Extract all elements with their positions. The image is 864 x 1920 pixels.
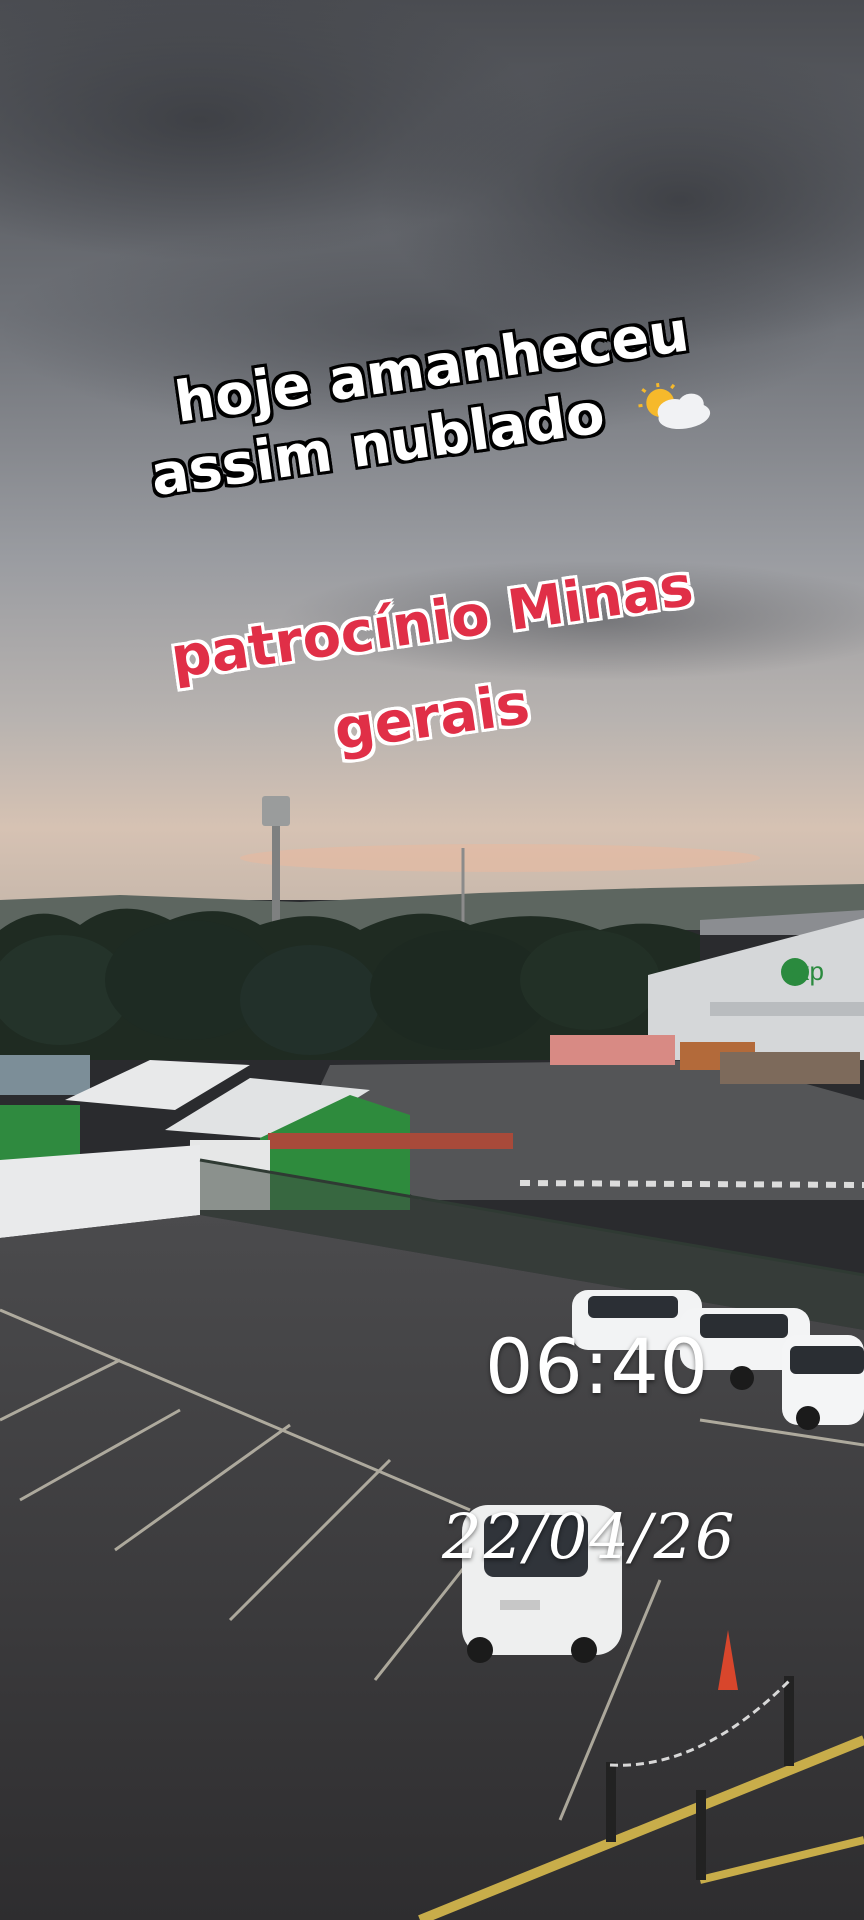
water-tower-tank xyxy=(262,796,290,826)
sunrise-glow xyxy=(240,844,760,872)
building xyxy=(0,1055,90,1095)
truck-trailer xyxy=(720,1052,860,1084)
truck-trailer xyxy=(550,1035,675,1065)
car xyxy=(782,1335,864,1430)
timestamp-time: 06:40 xyxy=(485,1322,710,1411)
cloud xyxy=(0,220,840,440)
bollard xyxy=(606,1762,616,1842)
tree xyxy=(240,945,380,1055)
red-roof xyxy=(268,1133,513,1149)
tree xyxy=(520,930,660,1030)
warehouse-sign: exp xyxy=(782,956,824,986)
building xyxy=(0,1105,80,1160)
warehouse-canopy xyxy=(710,1002,864,1016)
bollard xyxy=(696,1790,706,1880)
photo-scene xyxy=(0,0,864,1920)
timestamp-date: 22/04/26 xyxy=(442,1500,737,1573)
bollard xyxy=(784,1676,794,1766)
